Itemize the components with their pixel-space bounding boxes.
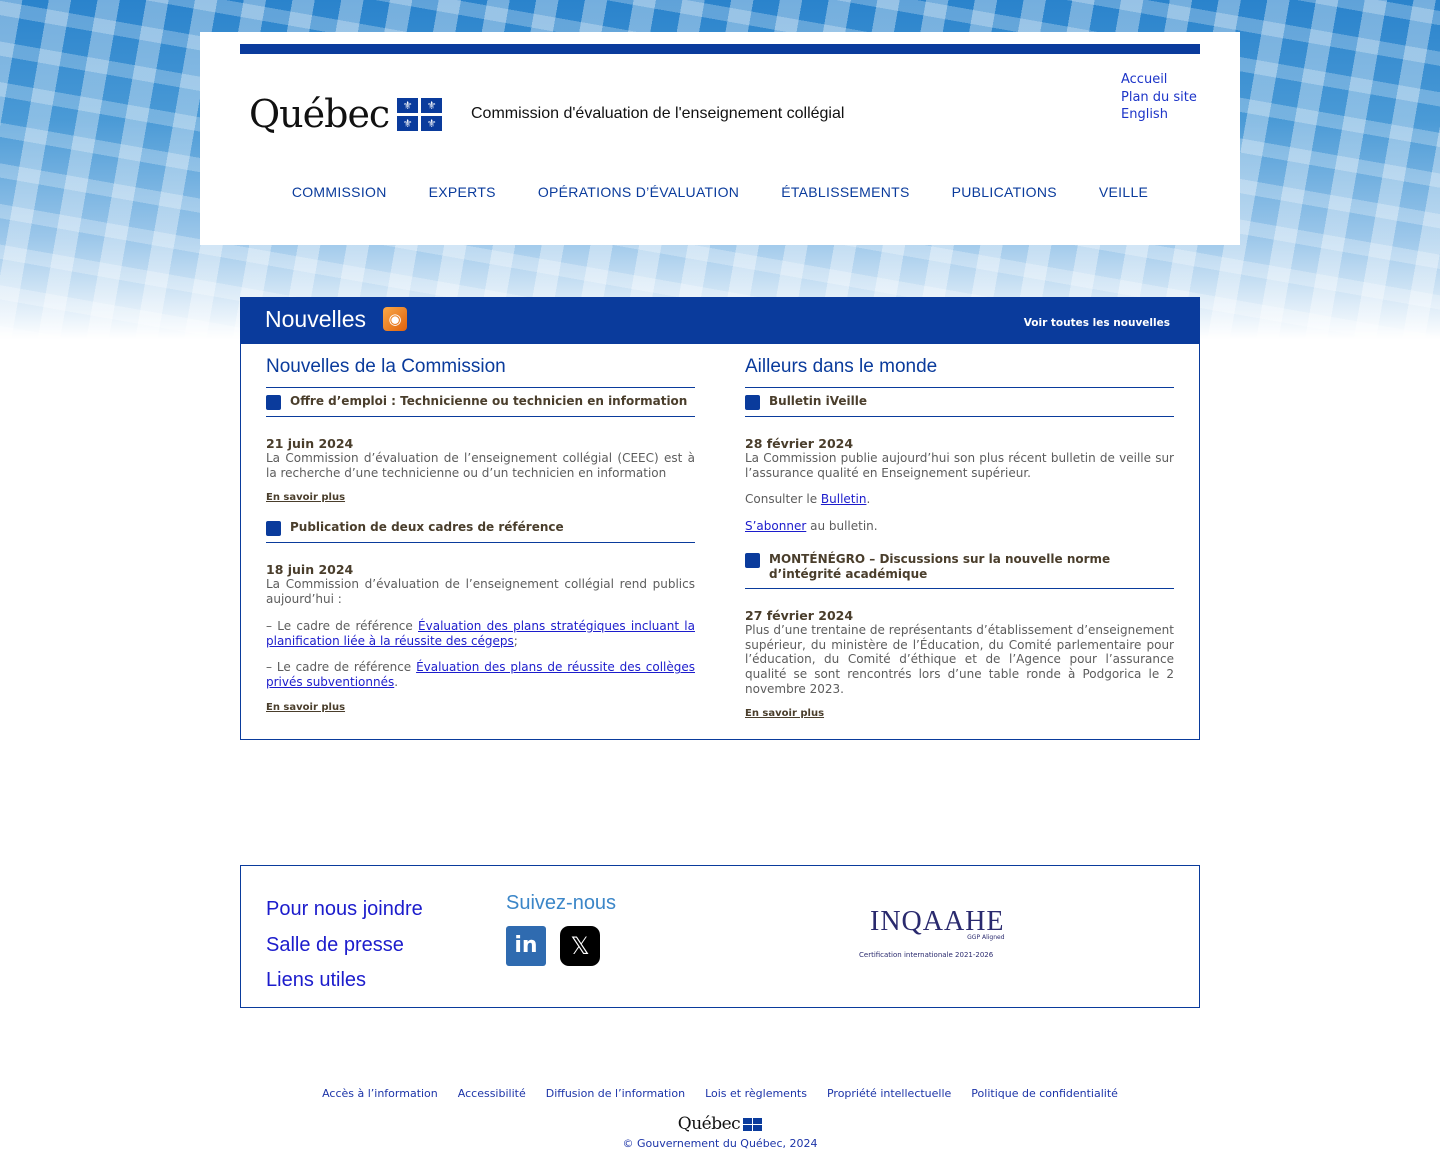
bulletin-link[interactable]: Bulletin — [821, 492, 867, 506]
news-item-date: 28 février 2024 — [745, 436, 854, 451]
bullet-square-icon — [266, 521, 281, 537]
read-more-link[interactable]: En savoir plus — [266, 492, 695, 503]
site-header: Québec ⚜ ⚜ ⚜ ⚜ Commission d'évaluation d… — [200, 32, 1240, 245]
bullet-square-icon — [266, 395, 281, 410]
nav-etablissements[interactable]: ÉTABLISSEMENTS — [781, 184, 909, 200]
bullet-square-icon — [745, 552, 760, 568]
news-item-heading[interactable]: Bulletin iVeille — [745, 388, 1174, 417]
news-item-text: La Commission d’évaluation de l’enseigne… — [266, 451, 695, 480]
column-title: Nouvelles de la Commission — [266, 356, 695, 388]
info-diffusion-link[interactable]: Diffusion de l’information — [546, 1087, 685, 1100]
english-link[interactable]: English — [1121, 106, 1197, 124]
nav-experts[interactable]: EXPERTS — [429, 184, 496, 200]
contact-link[interactable]: Pour nous joindre — [266, 892, 423, 928]
linkedin-icon[interactable]: in — [506, 926, 546, 966]
useful-links-link[interactable]: Liens utiles — [266, 963, 423, 999]
world-news-column: Ailleurs dans le monde Bulletin iVeille … — [745, 356, 1174, 730]
rss-icon[interactable]: ◉ — [383, 307, 407, 331]
news-item-date: 21 juin 2024 — [266, 436, 354, 451]
news-header: Nouvelles ◉ Voir toutes les nouvelles — [241, 298, 1199, 344]
site-title: Commission d'évaluation de l'enseignemen… — [471, 105, 845, 122]
news-title: Nouvelles — [265, 306, 366, 332]
plan-du-site-link[interactable]: Plan du site — [1121, 89, 1197, 107]
news-item-text: Plus d’une trentaine de représentants d’… — [745, 622, 1174, 696]
news-item-paragraph: S’abonner au bulletin. — [745, 519, 878, 534]
news-item-paragraph: Consulter le Bulletin. — [745, 492, 871, 507]
header-top-bar — [240, 44, 1200, 54]
news-panel: Nouvelles ◉ Voir toutes les nouvelles No… — [240, 297, 1200, 740]
footer-quebec-logo[interactable]: Québec — [0, 1114, 1440, 1134]
bullet-square-icon — [745, 395, 760, 410]
column-title: Ailleurs dans le monde — [745, 356, 1174, 388]
access-info-link[interactable]: Accès à l’information — [322, 1087, 438, 1100]
news-item-paragraph: – Le cadre de référence Évaluation des p… — [266, 618, 695, 648]
read-more-link[interactable]: En savoir plus — [745, 708, 1174, 719]
utility-nav: Accueil Plan du site English — [1121, 71, 1197, 124]
x-twitter-icon[interactable]: 𝕏 — [560, 926, 600, 966]
footer-links: Pour nous joindre Salle de presse Liens … — [266, 892, 423, 999]
news-item-heading[interactable]: Publication de deux cadres de référence — [266, 514, 695, 544]
nav-publications[interactable]: PUBLICATIONS — [952, 184, 1057, 200]
news-item-text: La Commission d’évaluation de l’enseigne… — [266, 577, 695, 607]
nav-veille[interactable]: VEILLE — [1099, 184, 1148, 200]
legal-links: Accès à l’information Accessibilité Diff… — [0, 1087, 1440, 1100]
subscribe-link[interactable]: S’abonner — [745, 519, 806, 533]
news-item-paragraph: – Le cadre de référence Évaluation des p… — [266, 660, 695, 689]
fleur-de-lis-flag-icon — [743, 1117, 763, 1131]
news-item-date: 27 février 2024 — [745, 607, 854, 623]
main-nav: COMMISSION EXPERTS OPÉRATIONS D’ÉVALUATI… — [200, 184, 1240, 200]
copyright-text: © Gouvernement du Québec, 2024 — [622, 1137, 818, 1150]
laws-link[interactable]: Lois et règlements — [705, 1087, 807, 1100]
all-news-link[interactable]: Voir toutes les nouvelles — [1024, 317, 1170, 329]
news-item-heading[interactable]: MONTÉNÉGRO – Discussions sur la nouvelle… — [745, 546, 1174, 589]
news-item-heading[interactable]: Offre d’emploi : Technicienne ou technic… — [266, 388, 695, 417]
privacy-policy-link[interactable]: Politique de confidentialité — [971, 1087, 1118, 1100]
press-room-link[interactable]: Salle de presse — [266, 928, 423, 964]
accessibility-link[interactable]: Accessibilité — [458, 1087, 526, 1100]
accueil-link[interactable]: Accueil — [1121, 71, 1197, 89]
news-item-date: 18 juin 2024 — [266, 562, 354, 578]
follow-us-title: Suivez-nous — [506, 892, 617, 914]
intellectual-property-link[interactable]: Propriété intellectuelle — [827, 1087, 951, 1100]
footer-logo-wordmark: Québec — [677, 1114, 741, 1134]
inqaahe-badge[interactable]: INQAAHE GGP Aligned Certification intern… — [859, 906, 1005, 959]
footer-panel: Pour nous joindre Salle de presse Liens … — [240, 865, 1200, 1008]
read-more-link[interactable]: En savoir plus — [266, 702, 695, 713]
news-item-text: La Commission publie aujourd’hui son plu… — [745, 451, 1174, 480]
commission-news-column: Nouvelles de la Commission Offre d’emplo… — [266, 356, 695, 724]
inqaahe-certification: Certification internationale 2021-2026 — [859, 951, 994, 959]
nav-commission[interactable]: COMMISSION — [292, 184, 387, 200]
quebec-logo[interactable]: Québec ⚜ ⚜ ⚜ ⚜ — [249, 92, 443, 136]
nav-operations-evaluation[interactable]: OPÉRATIONS D’ÉVALUATION — [538, 184, 739, 200]
logo-wordmark: Québec — [249, 92, 390, 136]
fleur-de-lis-flag-icon: ⚜ ⚜ ⚜ ⚜ — [397, 97, 443, 131]
social-links: in 𝕏 — [506, 926, 600, 966]
